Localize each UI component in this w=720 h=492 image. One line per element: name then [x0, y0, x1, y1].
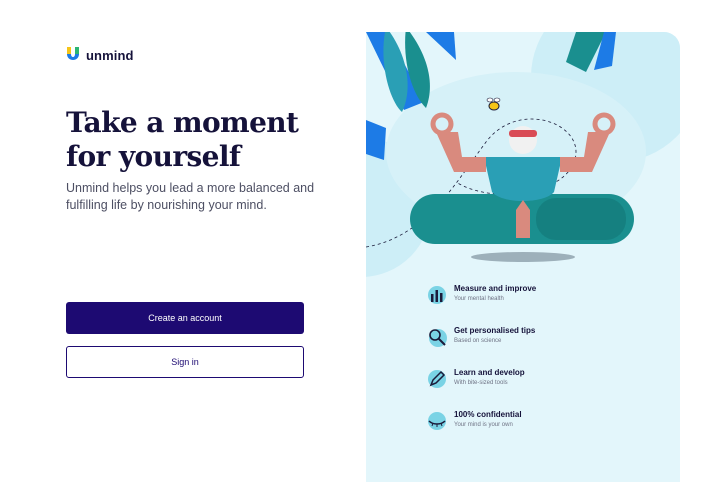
page-subtitle: Unmind helps you lead a more balanced an…	[66, 181, 315, 212]
feature-title: Get personalised tips	[454, 326, 536, 335]
illustration-panel: Measure and improve Your mental health G…	[366, 32, 680, 482]
unmind-logo-icon	[67, 47, 79, 60]
magnifier-icon	[429, 329, 447, 347]
feature-subtitle: Your mental health	[454, 296, 504, 302]
brand-logo[interactable]: unmind	[66, 46, 134, 64]
brand-name: unmind	[86, 47, 134, 63]
feature-subtitle: Your mind is your own	[454, 422, 513, 428]
sign-in-button[interactable]: Sign in	[66, 346, 304, 378]
feature-title: 100% confidential	[454, 410, 522, 419]
pencil-icon	[428, 370, 446, 388]
feature-subtitle: Based on science	[454, 338, 502, 344]
closed-eye-icon	[428, 412, 446, 430]
feature-subtitle: With bite-sized tools	[454, 380, 508, 386]
meditation-illustration	[366, 32, 680, 277]
page-title: Take a moment for yourself	[66, 106, 299, 173]
left-column: unmind Take a moment for yourself Unmind…	[0, 0, 366, 492]
create-account-button[interactable]: Create an account	[66, 302, 304, 334]
feature-title: Learn and develop	[454, 368, 525, 377]
feature-title: Measure and improve	[454, 284, 537, 293]
bar-chart-icon	[428, 286, 446, 304]
